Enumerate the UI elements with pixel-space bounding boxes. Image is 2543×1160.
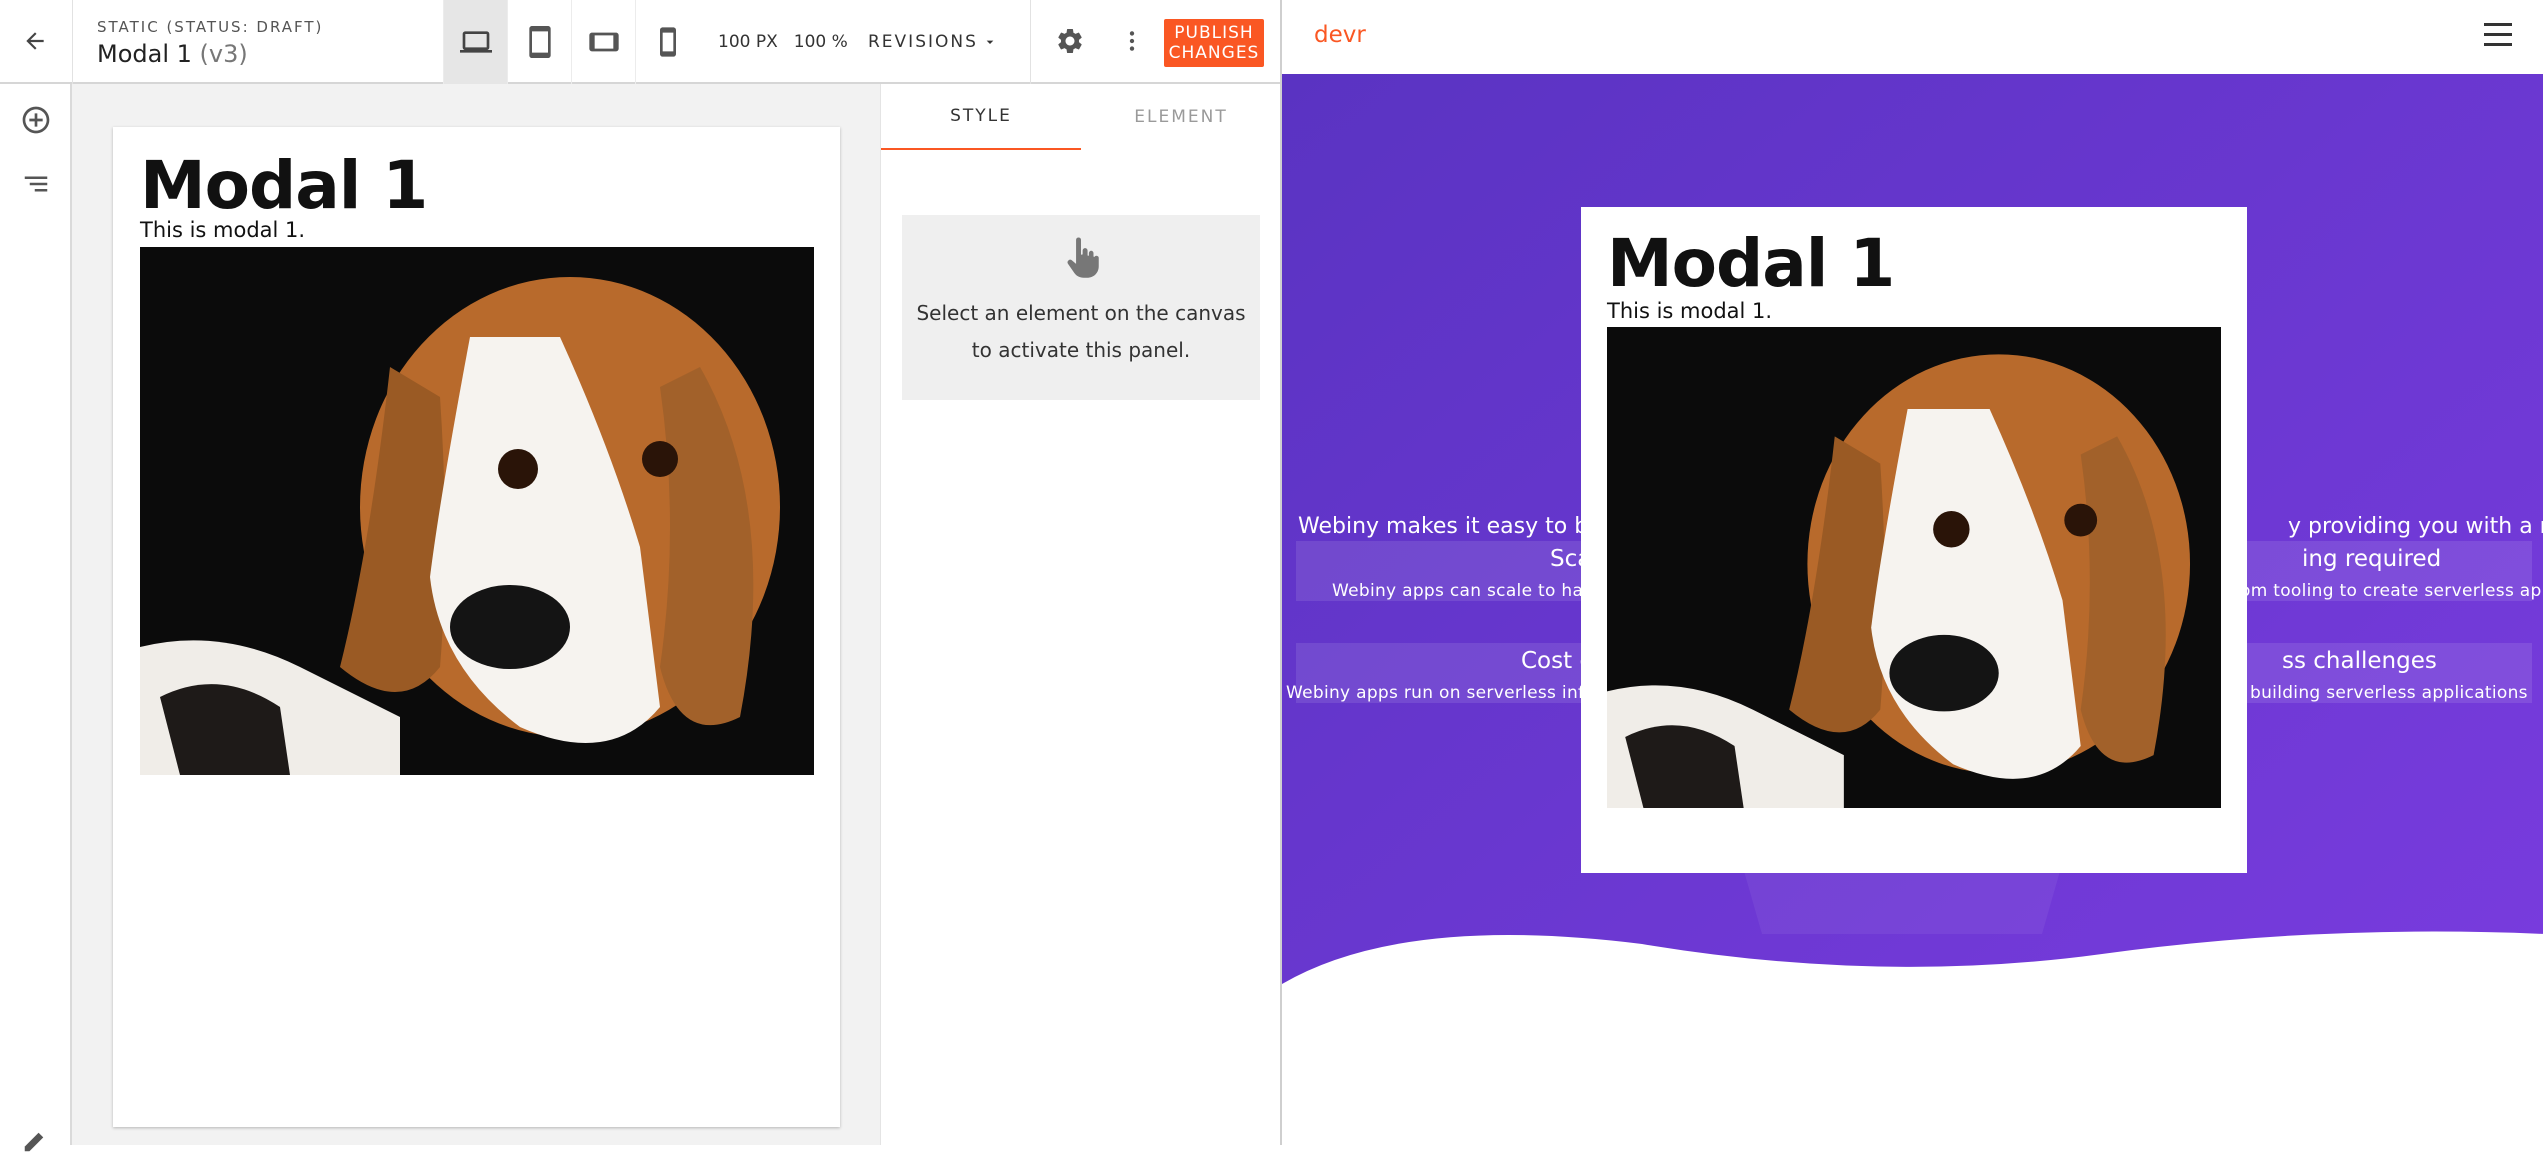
feature-description: om tooling to create serverless app [2240,581,2543,601]
empty-panel-text: Select an element on the canvas to activ… [916,301,1246,362]
modal-dog-image [1607,327,2221,808]
editor-topbar: STATIC (STATUS: DRAFT) Modal 1 (v3) 100 … [0,0,1280,84]
settings-panel: STYLE ELEMENT Select an element on the c… [880,84,1280,1145]
tablet-icon [528,26,551,58]
hamburger-menu-icon[interactable] [2484,20,2520,50]
touch-hand-icon [1067,237,1099,278]
feature-description: Webiny apps run on serverless infras [1286,683,1612,703]
add-element-button[interactable] [16,100,56,140]
modal-dialog[interactable]: Modal 1 This is modal 1. [1581,207,2247,873]
back-arrow-icon[interactable] [12,18,58,64]
hero-text-right: y providing you with a ready- [2288,514,2543,539]
revisions-label: REVISIONS [868,32,978,52]
divider [72,0,73,84]
more-options-button[interactable] [1110,18,1154,64]
empty-panel-message: Select an element on the canvas to activ… [902,215,1260,400]
canvas-dog-image[interactable] [140,247,814,775]
site-header: devr [1282,0,2543,74]
more-vertical-icon [1129,31,1135,51]
feature-description: Webiny apps can scale to hand [1332,581,1606,601]
edit-icon [24,1132,44,1152]
list-tree-icon [24,176,48,192]
phone-landscape-icon [588,32,619,52]
tab-style[interactable]: STYLE [881,84,1081,150]
live-preview: devr Webiny makes it easy to buil y prov… [1280,0,2543,1145]
hero-text-left: Webiny makes it easy to buil [1298,514,1615,539]
hero-section: Webiny makes it easy to buil y providing… [1282,74,2543,1145]
feature-title: ss challenges [2282,648,2437,674]
modal-heading: Modal 1 [1607,225,1895,302]
canvas-paragraph[interactable]: This is modal 1. [140,218,305,242]
page-title[interactable]: Modal 1 (v3) [97,40,323,68]
canvas-heading[interactable]: Modal 1 [140,147,428,224]
desktop-view-button[interactable] [443,0,507,84]
feature-title: ing required [2302,546,2442,572]
panel-tabs: STYLE ELEMENT [881,84,1281,150]
page-name-text: Modal 1 [97,40,192,68]
divider [1030,0,1031,84]
settings-button[interactable] [1048,18,1092,64]
left-toolbar [0,84,72,1152]
mobile-landscape-view-button[interactable] [571,0,635,84]
page-status: STATIC (STATUS: DRAFT) [97,18,324,36]
zoom-percent: 100 % [793,32,848,52]
add-circle-icon [22,106,50,134]
page-version: (v3) [199,40,248,68]
laptop-icon [459,31,492,53]
editor-canvas[interactable]: Modal 1 This is modal 1. [113,127,840,1127]
zoom-controls[interactable]: 100 PX 100 % [718,0,848,84]
revisions-dropdown[interactable]: REVISIONS [868,0,998,84]
gear-icon [1058,28,1082,53]
caret-down-icon [986,40,994,44]
navigator-button[interactable] [16,164,56,204]
tablet-view-button[interactable] [507,0,571,84]
modal-text: This is modal 1. [1607,299,1773,323]
mobile-portrait-view-button[interactable] [635,0,699,84]
device-switcher [443,0,699,84]
publish-changes-button[interactable]: PUBLISH CHANGES [1164,19,1264,67]
site-logo[interactable]: devr [1314,22,1366,48]
tab-element[interactable]: ELEMENT [1081,84,1281,150]
phone-portrait-icon [659,27,676,57]
zoom-px: 100 PX [718,32,778,52]
feature-description: building serverless applications [2250,683,2528,703]
page-editor: STATIC (STATUS: DRAFT) Modal 1 (v3) 100 … [0,0,1280,1152]
help-button[interactable] [16,1120,56,1160]
page-info: STATIC (STATUS: DRAFT) Modal 1 (v3) [97,18,323,68]
